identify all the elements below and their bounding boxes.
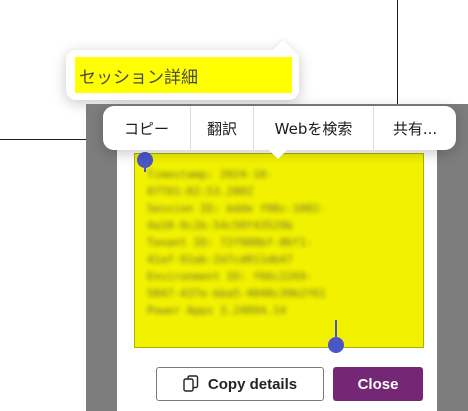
menu-caret xyxy=(268,149,288,159)
copy-details-label: Copy details xyxy=(207,375,298,393)
tooltip-caret xyxy=(272,40,294,51)
selection-end-handle[interactable] xyxy=(328,337,344,353)
menu-item-share[interactable]: 共有... xyxy=(374,106,456,150)
menu-item-search-web[interactable]: Webを検索 xyxy=(254,106,374,150)
session-details-content: Timestamp: 2024-10- 07T01:02:53.280Z Ses… xyxy=(147,168,326,317)
selection-start-handle[interactable] xyxy=(137,152,153,168)
session-details-text[interactable]: Timestamp: 2024-10- 07T01:02:53.280Z Ses… xyxy=(134,153,424,348)
menu-item-translate[interactable]: 翻訳 xyxy=(191,106,254,150)
close-button[interactable]: Close xyxy=(333,367,423,401)
close-label: Close xyxy=(357,375,399,393)
session-details-label: セッション詳細 xyxy=(75,57,292,93)
menu-item-copy[interactable]: コピー xyxy=(103,106,191,150)
copy-details-button[interactable]: Copy details xyxy=(156,367,324,401)
copy-icon xyxy=(183,375,199,393)
text-context-menu: コピー 翻訳 Webを検索 共有... xyxy=(103,106,456,150)
